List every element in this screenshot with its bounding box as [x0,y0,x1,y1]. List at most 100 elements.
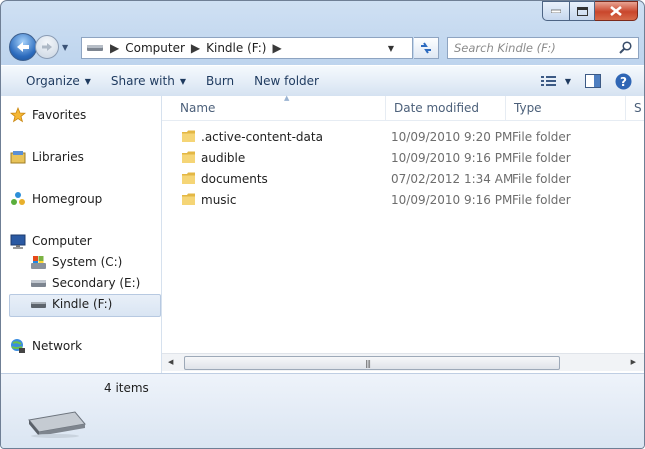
navigation-pane: Favorites Libraries Homegroup Computer S… [1,96,162,373]
organize-button[interactable]: Organize ▼ [16,66,101,96]
nav-item-secondary-drive[interactable]: Secondary (E:) [29,275,140,291]
file-date: 10/09/2010 9:20 PM [391,130,513,144]
nav-label-favorites: Favorites [32,108,87,122]
view-controls: ▼ ? [540,66,632,96]
system-drive-icon [30,255,46,269]
minimize-icon [551,9,561,13]
column-header-type[interactable]: Type [506,96,626,120]
file-type: File folder [512,172,571,186]
share-with-label: Share with [110,74,175,88]
maximize-button[interactable] [569,1,595,21]
chevron-down-icon: ▼ [179,76,186,86]
address-bar[interactable]: ▶ Computer ▶ Kindle (F:) ▶ ▼ [81,37,413,59]
search-box[interactable]: Search Kindle (F:) [447,37,639,59]
network-icon [11,339,25,353]
caption-buttons [542,1,638,21]
column-header-date[interactable]: Date modified [386,96,506,120]
nav-label-homegroup: Homegroup [32,192,103,206]
nav-item-network[interactable]: Network [9,338,82,354]
folder-icon [182,172,195,184]
table-row[interactable]: .active-content-data 10/09/2010 9:20 PM … [162,128,632,149]
column-date-label: Date modified [394,101,480,115]
folder-icon [182,151,195,163]
drive-icon [30,280,46,287]
address-dropdown-icon[interactable]: ▼ [388,44,394,53]
nav-item-kindle-drive[interactable]: Kindle (F:) [29,296,112,312]
column-type-label: Type [514,101,542,115]
burn-button[interactable]: Burn [196,66,244,96]
breadcrumb-separator-icon[interactable]: ▶ [110,41,119,55]
share-with-button[interactable]: Share with ▼ [101,66,196,96]
file-name: documents [201,172,268,186]
organize-label: Organize [26,74,80,88]
nav-item-computer[interactable]: Computer [9,233,92,249]
breadcrumb-computer[interactable]: Computer [125,41,185,55]
column-size-label: S [634,101,642,115]
help-icon[interactable]: ? [615,73,632,90]
file-date: 10/09/2010 9:16 PM [391,151,513,165]
forward-arrow-icon [42,43,52,51]
recent-pages-dropdown-icon[interactable]: ▼ [62,43,68,52]
column-name-label: Name [180,101,216,115]
table-row[interactable]: documents 07/02/2012 1:34 AM File folder [162,170,632,191]
details-pane: 4 items [1,373,644,448]
nav-item-system-drive[interactable]: System (C:) [29,254,122,270]
file-date: 10/09/2010 9:16 PM [391,193,513,207]
preview-pane-icon[interactable] [585,74,601,88]
back-arrow-icon [17,42,29,52]
minimize-button[interactable] [542,1,569,21]
svg-text:?: ? [620,75,627,89]
navigation-buttons: ▼ [9,33,68,61]
change-view-button[interactable]: ▼ [540,75,571,87]
search-placeholder: Search Kindle (F:) [454,41,556,55]
breadcrumb-kindle[interactable]: Kindle (F:) [206,41,266,55]
nav-label-computer: Computer [32,234,92,248]
scrollbar-thumb[interactable]: ||| [184,356,560,370]
search-icon[interactable] [619,41,632,54]
close-button[interactable] [595,1,638,21]
table-row[interactable]: music 10/09/2010 9:16 PM File folder [162,191,632,212]
file-type: File folder [512,193,571,207]
command-bar: Organize ▼ Share with ▼ Burn New folder ▼ … [1,65,644,97]
nav-label-system: System (C:) [52,255,123,269]
refresh-icon [421,42,431,54]
column-header-name[interactable]: ▲ Name [172,94,386,120]
removable-drive-large-icon [28,411,86,438]
back-button[interactable] [9,33,37,61]
nav-item-favorites[interactable]: Favorites [9,107,86,123]
folder-icon [182,130,195,142]
chevron-down-icon: ▼ [84,76,91,86]
file-name: music [201,193,237,207]
file-type: File folder [512,151,571,165]
column-header-size[interactable]: S [626,96,644,120]
scroll-right-icon[interactable]: ▶ [631,358,636,366]
horizontal-scrollbar[interactable]: ◀ ||| ▶ [162,353,644,371]
star-icon [10,107,26,123]
forward-button[interactable] [35,35,59,59]
nav-label-secondary: Secondary (E:) [52,276,141,290]
nav-label-kindle: Kindle (F:) [52,297,113,311]
file-name: audible [201,151,246,165]
drive-icon [87,45,103,51]
refresh-button[interactable] [414,37,439,59]
nav-label-network: Network [32,339,83,353]
chevron-down-icon: ▼ [564,76,571,86]
file-name: .active-content-data [201,130,323,144]
nav-item-homegroup[interactable]: Homegroup [9,191,102,207]
new-folder-button[interactable]: New folder [244,66,329,96]
sort-ascending-icon: ▲ [284,94,290,102]
maximize-icon [576,6,588,16]
item-count: 4 items [104,381,149,395]
file-date: 07/02/2012 1:34 AM [391,172,514,186]
close-icon [610,6,622,16]
burn-label: Burn [205,74,235,88]
table-row[interactable]: audible 10/09/2010 9:16 PM File folder [162,149,632,170]
libraries-icon [10,151,26,164]
nav-item-libraries[interactable]: Libraries [9,149,84,165]
column-header-row: ▲ Name Date modified Type S [162,94,644,121]
breadcrumb-separator-icon[interactable]: ▶ [272,41,281,55]
breadcrumb-separator-icon[interactable]: ▶ [191,41,200,55]
scroll-left-icon[interactable]: ◀ [168,358,173,366]
nav-label-libraries: Libraries [32,150,84,164]
explorer-window: ▼ ▶ Computer ▶ Kindle (F:) ▶ ▼ Search Ki… [0,0,645,449]
